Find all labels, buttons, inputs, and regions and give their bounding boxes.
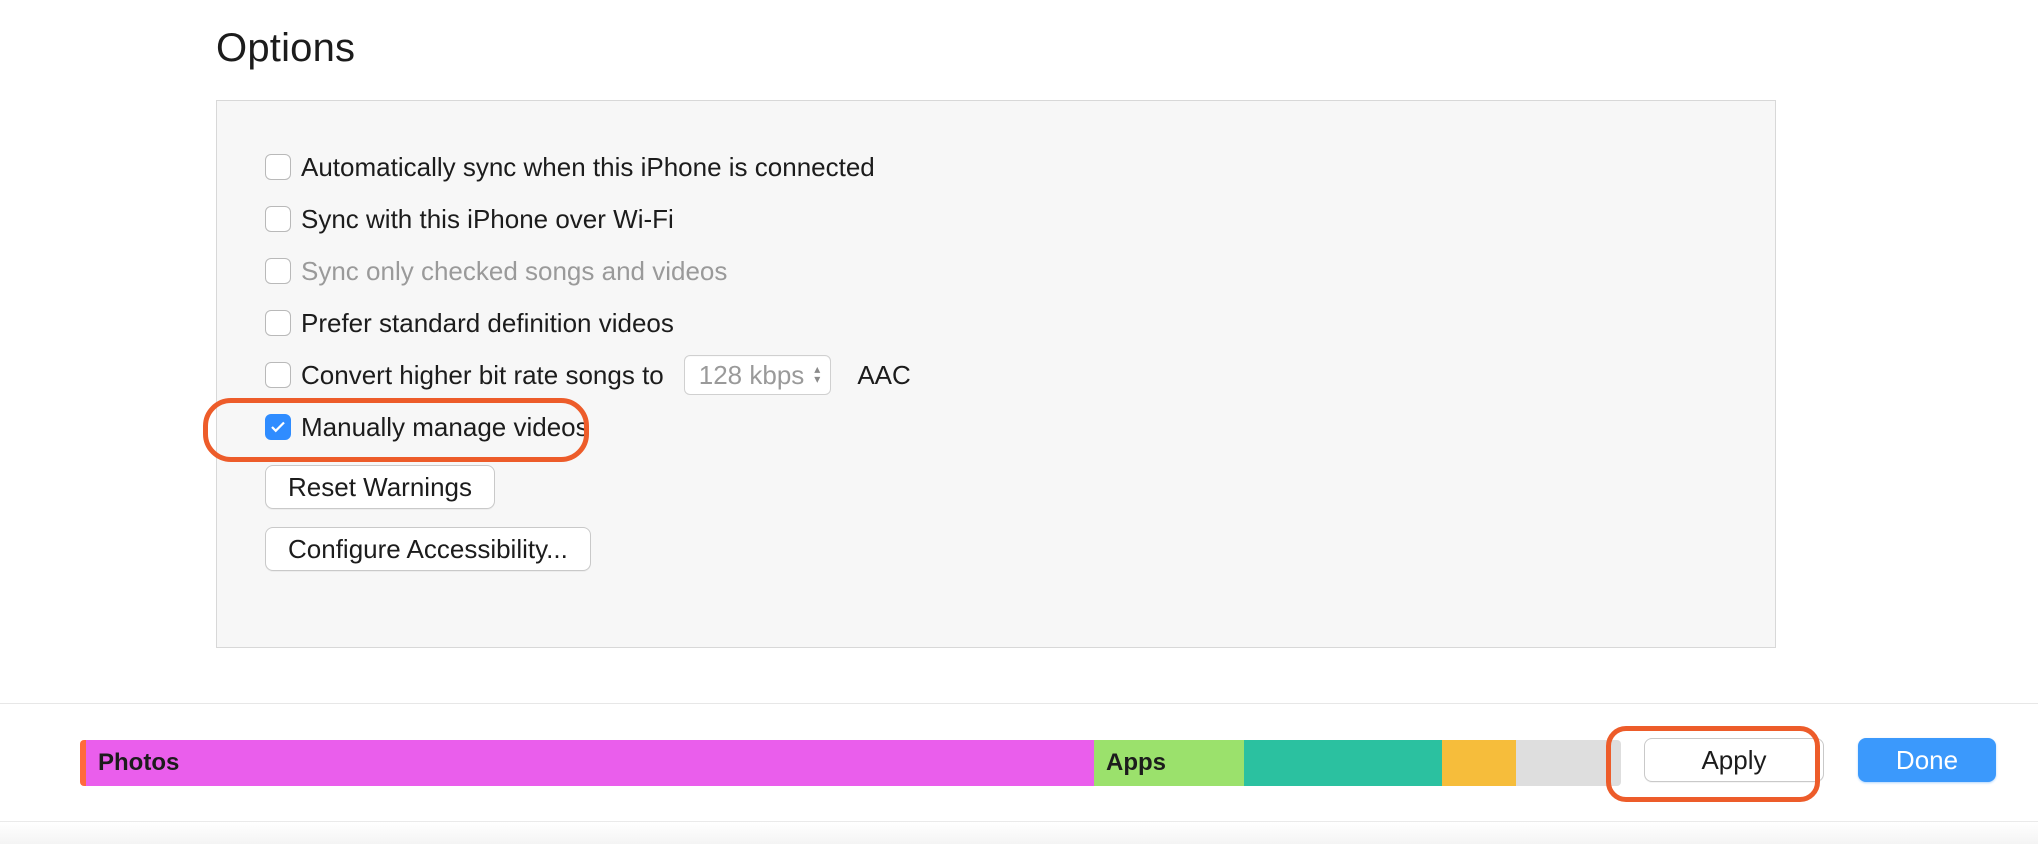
configure-accessibility-button[interactable]: Configure Accessibility...: [265, 527, 591, 571]
section-title: Options: [216, 26, 355, 71]
checkbox-prefer-sd[interactable]: [265, 310, 291, 336]
option-wifi-sync[interactable]: Sync with this iPhone over Wi-Fi: [265, 193, 1727, 245]
option-checked-only: Sync only checked songs and videos: [265, 245, 1727, 297]
storage-seg-label: Apps: [1106, 749, 1166, 777]
option-auto-sync[interactable]: Automatically sync when this iPhone is c…: [265, 141, 1727, 193]
storage-seg-free: [1516, 740, 1621, 786]
footer: Photos Apps Apply Done: [0, 703, 2038, 844]
reset-warnings-button[interactable]: Reset Warnings: [265, 465, 495, 509]
storage-seg-photos: Photos: [86, 740, 1094, 786]
checkbox-manual-manage[interactable]: [265, 414, 291, 440]
option-label: Manually manage videos: [301, 412, 589, 443]
done-button[interactable]: Done: [1858, 738, 1996, 782]
checkbox-checked-only: [265, 258, 291, 284]
checkbox-convert-bitrate[interactable]: [265, 362, 291, 388]
checkbox-auto-sync[interactable]: [265, 154, 291, 180]
option-prefer-sd[interactable]: Prefer standard definition videos: [265, 297, 1727, 349]
option-label: Sync only checked songs and videos: [301, 256, 727, 287]
bitrate-select[interactable]: 128 kbps ▴▾: [684, 355, 832, 395]
option-convert-bitrate[interactable]: Convert higher bit rate songs to 128 kbp…: [265, 349, 1727, 401]
footer-shadow: [0, 821, 2038, 844]
options-panel: Automatically sync when this iPhone is c…: [216, 100, 1776, 648]
bitrate-value: 128 kbps: [699, 360, 805, 391]
storage-bar: Photos Apps: [80, 740, 1615, 786]
storage-seg-label: Photos: [98, 749, 179, 777]
option-label: Convert higher bit rate songs to: [301, 360, 664, 391]
storage-seg-apps: Apps: [1094, 740, 1244, 786]
page-root: Options Automatically sync when this iPh…: [0, 0, 2038, 844]
checkbox-wifi-sync[interactable]: [265, 206, 291, 232]
option-label: Prefer standard definition videos: [301, 308, 674, 339]
stepper-icon: ▴▾: [814, 365, 820, 385]
codec-label: AAC: [857, 360, 910, 391]
option-manual-manage[interactable]: Manually manage videos: [265, 401, 1727, 453]
option-label: Automatically sync when this iPhone is c…: [301, 152, 875, 183]
storage-seg-other-1: [1244, 740, 1442, 786]
option-label: Sync with this iPhone over Wi-Fi: [301, 204, 674, 235]
apply-button[interactable]: Apply: [1644, 738, 1824, 782]
storage-seg-other-2: [1442, 740, 1516, 786]
